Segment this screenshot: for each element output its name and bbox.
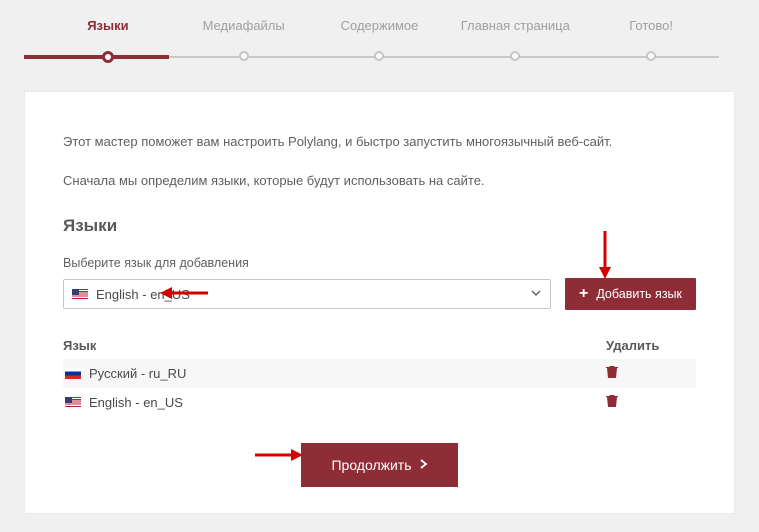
table-row: Русский - ru_RU	[63, 359, 696, 388]
step-label: Языки	[87, 18, 128, 33]
add-language-button[interactable]: + Добавить язык	[565, 278, 696, 310]
continue-label: Продолжить	[331, 457, 411, 473]
step-dot-icon	[374, 51, 384, 61]
wizard-card: Этот мастер поможет вам настроить Polyla…	[24, 91, 735, 514]
step-done[interactable]: Готово!	[583, 18, 719, 63]
step-dot-icon	[239, 51, 249, 61]
col-header-language: Язык	[63, 338, 606, 353]
flag-us-icon	[65, 397, 81, 408]
step-dot-icon	[646, 51, 656, 61]
delete-language-button[interactable]	[606, 395, 618, 411]
chevron-down-icon	[530, 287, 542, 302]
col-header-delete: Удалить	[606, 338, 696, 353]
continue-button[interactable]: Продолжить	[301, 443, 457, 487]
step-label: Медиафайлы	[203, 18, 285, 33]
language-select[interactable]: English - en_US	[63, 279, 551, 309]
section-title: Языки	[63, 216, 696, 236]
step-content[interactable]: Содержимое	[312, 18, 448, 63]
trash-icon	[606, 394, 618, 408]
selected-language-text: English - en_US	[96, 287, 190, 302]
trash-icon	[606, 365, 618, 379]
step-label: Содержимое	[341, 18, 419, 33]
wizard-stepper: Языки Медиафайлы Содержимое Главная стра…	[0, 0, 759, 63]
language-name: Русский - ru_RU	[89, 366, 186, 381]
intro-text-1: Этот мастер поможет вам настроить Polyla…	[63, 134, 696, 149]
step-media[interactable]: Медиафайлы	[176, 18, 312, 63]
flag-us-icon	[72, 289, 88, 300]
languages-table: Язык Удалить Русский - ru_RU English - e…	[63, 338, 696, 417]
step-label: Готово!	[629, 18, 673, 33]
add-language-label: Добавить язык	[596, 287, 682, 301]
step-dot-icon	[102, 51, 114, 63]
delete-language-button[interactable]	[606, 366, 618, 382]
step-languages[interactable]: Языки	[40, 18, 176, 63]
plus-icon: +	[579, 286, 588, 302]
language-name: English - en_US	[89, 395, 183, 410]
chevron-right-icon	[420, 458, 428, 472]
select-label: Выберите язык для добавления	[63, 256, 696, 270]
table-header: Язык Удалить	[63, 338, 696, 359]
step-dot-icon	[510, 51, 520, 61]
table-row: English - en_US	[63, 388, 696, 417]
intro-text-2: Сначала мы определим языки, которые буду…	[63, 173, 696, 188]
step-homepage[interactable]: Главная страница	[447, 18, 583, 63]
step-label: Главная страница	[461, 18, 570, 33]
flag-ru-icon	[65, 368, 81, 379]
